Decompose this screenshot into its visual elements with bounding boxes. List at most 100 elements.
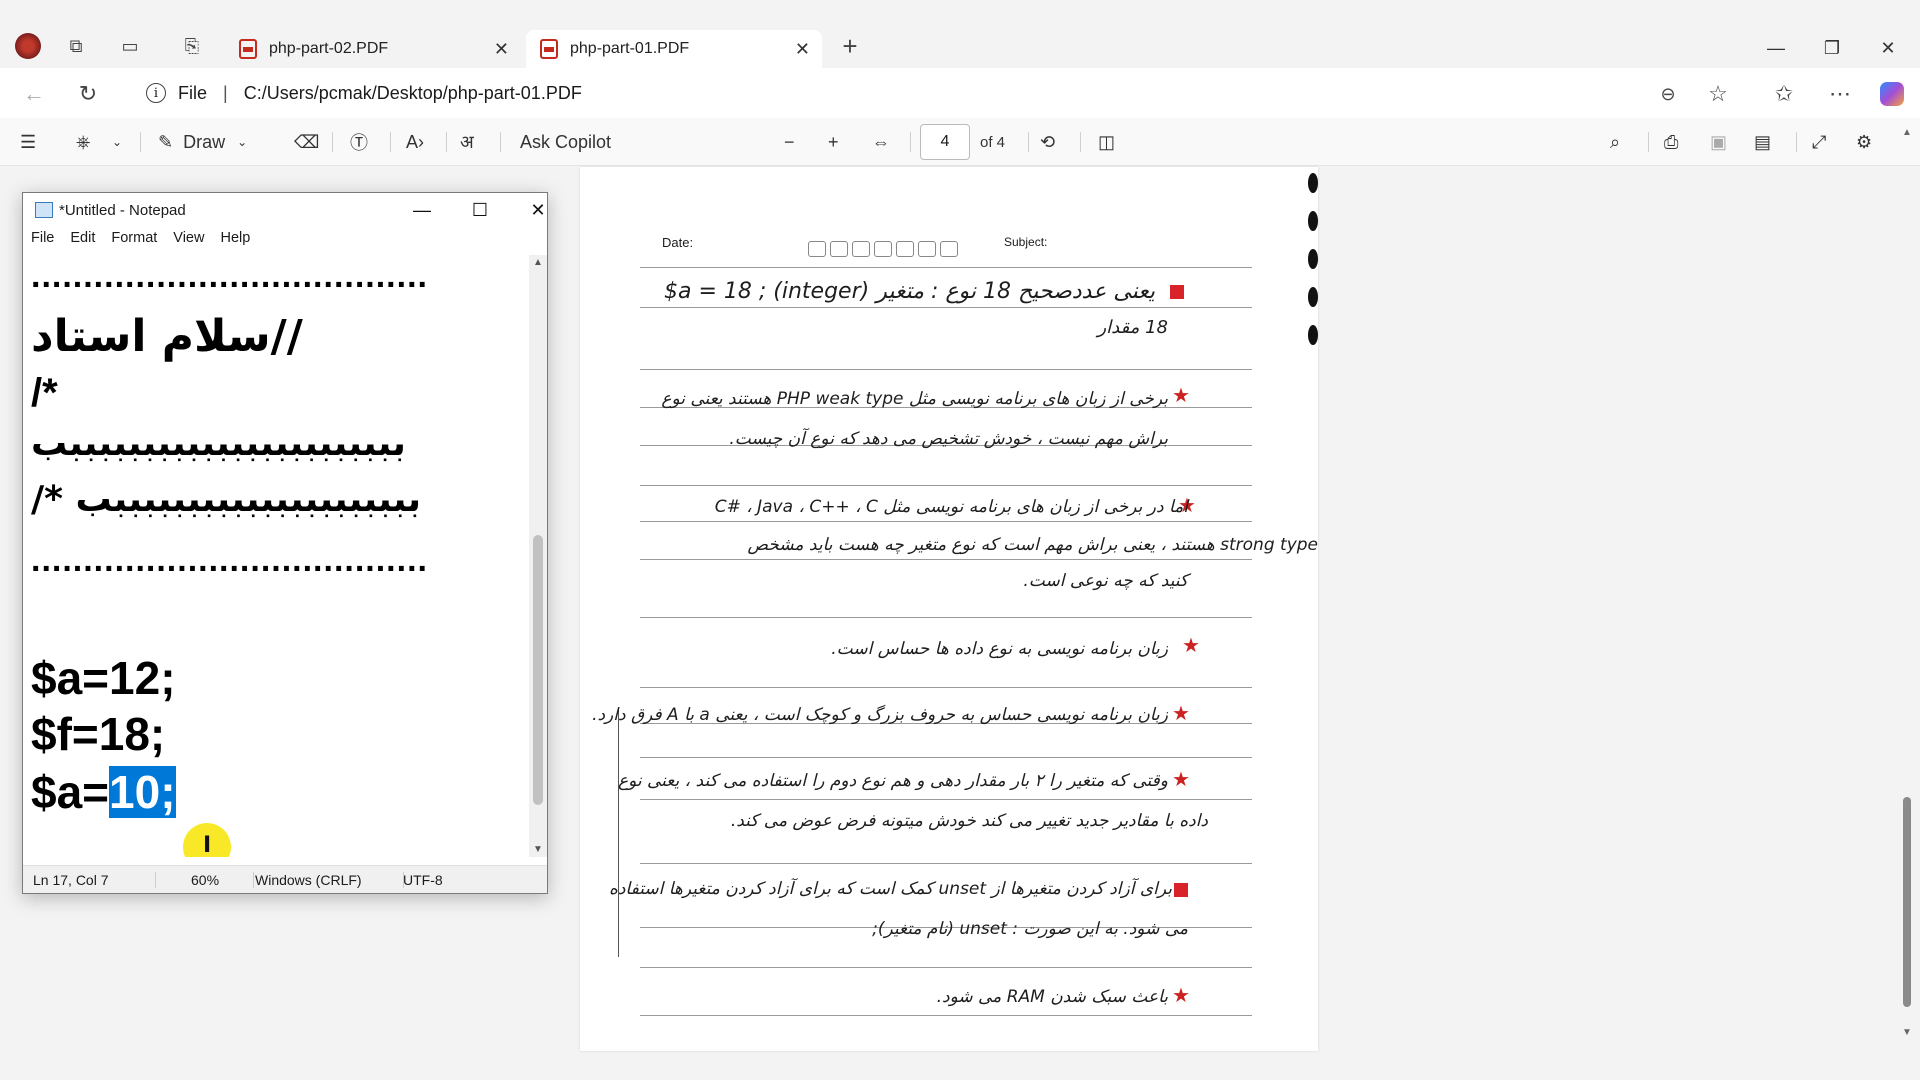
tab-php-part-02[interactable]: php-part-02.PDF ✕ — [225, 30, 521, 68]
pdf-scrollbar-thumb[interactable] — [1903, 797, 1911, 1007]
text-cursor-icon: I — [203, 833, 212, 857]
settings-gear-icon[interactable]: ⚙ — [1856, 126, 1872, 158]
notepad-status-bar: Ln 17, Col 7 60% Windows (CRLF) UTF-8 — [23, 865, 547, 893]
profile-avatar-icon[interactable] — [14, 32, 42, 60]
address-path: C:/Users/pcmak/Desktop/php-part-01.PDF — [243, 82, 582, 103]
binder-hole — [1308, 211, 1318, 231]
back-arrow-icon[interactable]: ← — [18, 78, 50, 110]
text-line: بببببببببببببببببببببب */ — [31, 479, 422, 520]
page-view-icon[interactable]: ◫ — [1098, 126, 1115, 158]
date-label: Date: — [662, 235, 694, 250]
binder-hole — [1308, 287, 1318, 307]
menu-format[interactable]: Format — [103, 227, 165, 249]
text-line: ...................................... — [31, 541, 428, 579]
zoom-out-icon[interactable]: − — [784, 126, 795, 158]
cursor-position: Ln 17, Col 7 — [33, 872, 109, 888]
print-icon[interactable]: ⎙ — [1664, 126, 1678, 158]
draw-label: Draw — [183, 131, 226, 152]
note-line: براش مهم نیست ، خودش تشخیص می دهد که نوع… — [729, 429, 1168, 449]
save-as-icon[interactable]: ▤ — [1754, 126, 1771, 158]
text-line: $f=18; — [31, 708, 166, 760]
close-window-icon[interactable]: ✕ — [1860, 30, 1916, 66]
chevron-down-icon[interactable]: ⌄ — [112, 126, 122, 158]
weekday-boxes — [808, 241, 958, 257]
close-tab-icon[interactable]: ✕ — [494, 39, 509, 60]
binder-hole — [1308, 249, 1318, 269]
menu-view[interactable]: View — [165, 227, 212, 249]
read-aloud-icon[interactable]: A› — [406, 126, 424, 158]
browser-tab-strip: ⧉ ▭ ⎘ php-part-02.PDF ✕ php-part-01.PDF … — [0, 0, 1920, 68]
subject-label: Subject: — [1004, 235, 1048, 249]
close-icon[interactable]: ✕ — [509, 193, 567, 227]
contents-list-icon[interactable]: ☰ — [20, 126, 36, 158]
rotate-icon[interactable]: ⟲ — [1040, 126, 1055, 158]
note-line: زبان برنامه نویسی حساس به حروف بزرگ و کو… — [592, 705, 1168, 725]
restore-icon[interactable]: ❐ — [1804, 30, 1860, 66]
fit-width-icon[interactable]: ⇔ — [872, 126, 890, 158]
menu-help[interactable]: Help — [212, 227, 258, 249]
translate-icon[interactable]: अ — [460, 126, 474, 158]
notepad-scrollbar[interactable]: ▲ ▼ — [529, 255, 547, 857]
collections-icon[interactable]: ⎘ — [178, 32, 206, 60]
note-line: داده با مقادیر جدید تغییر می کند خودش می… — [730, 811, 1208, 831]
workspaces-icon[interactable]: ⧉ — [62, 32, 90, 60]
address-divider: | — [223, 82, 228, 103]
maximize-icon[interactable]: ☐ — [451, 193, 509, 227]
tab-php-part-01[interactable]: php-part-01.PDF ✕ — [526, 30, 822, 68]
address-bar-row: ← ↻ i File | C:/Users/pcmak/Desktop/php-… — [0, 68, 1920, 118]
zoom-level: 60% — [191, 872, 220, 888]
text-line: /* — [31, 371, 58, 415]
tab-actions-icon[interactable]: ▭ — [116, 32, 144, 60]
notepad-menu-bar: File Edit Format View Help — [23, 227, 547, 249]
zoom-icon[interactable]: ⊖ — [1652, 78, 1684, 110]
address-scheme: File — [178, 82, 208, 103]
notepad-window: *Untitled - Notepad — ☐ ✕ File Edit Form… — [22, 192, 548, 894]
address-field[interactable]: i File | C:/Users/pcmak/Desktop/php-part… — [128, 74, 1728, 112]
minimize-icon[interactable]: — — [393, 193, 451, 227]
text-line: $a=12; — [31, 652, 176, 704]
note-line: برای آزاد کردن متغیرها از unset کمک است … — [608, 879, 1172, 899]
text-line: سلام استاد// — [31, 311, 303, 362]
more-menu-icon[interactable]: ⋯ — [1824, 78, 1856, 110]
pdf-file-icon — [540, 39, 558, 59]
pdf-scrollbar[interactable]: ▲ ▼ — [1900, 127, 1914, 1047]
favorite-star-icon[interactable]: ☆ — [1702, 78, 1734, 110]
draw-button[interactable]: ✎ Draw ⌄ — [158, 126, 247, 158]
note-line: وقتی که متغیر را ۲ بار مقدار دهی و هم نو… — [617, 771, 1168, 791]
notepad-title: *Untitled - Notepad — [59, 201, 186, 219]
ask-copilot-button[interactable]: Ask Copilot — [520, 126, 611, 158]
add-text-icon[interactable]: Ⓣ — [350, 126, 368, 158]
menu-edit[interactable]: Edit — [62, 227, 103, 249]
highlight-icon[interactable]: ⎈ — [76, 126, 90, 158]
page-total: of 4 — [980, 133, 1006, 151]
note-line: strong type هستند ، یعنی براش مهم است که… — [747, 535, 1318, 555]
chevron-down-icon: ⌄ — [237, 135, 248, 149]
note-line: برخی از زبان های برنامه نویسی مثل PHP we… — [661, 389, 1168, 409]
text-line: بببببببببببببببببببببببب — [31, 423, 406, 464]
site-info-icon[interactable]: i — [146, 83, 166, 103]
eraser-icon[interactable]: ⌫ — [294, 126, 319, 158]
page-number-input[interactable]: 4 — [920, 124, 970, 160]
note-line: زبان برنامه نویسی به نوع داده ها حساس اس… — [831, 639, 1168, 659]
note-line: اما در برخی از زبان های برنامه نویسی مثل… — [714, 497, 1188, 517]
save-icon[interactable]: ▣ — [1710, 126, 1727, 158]
copilot-icon[interactable] — [1876, 78, 1908, 110]
notepad-text-area[interactable]: ...................................... س… — [23, 255, 529, 857]
fullscreen-icon[interactable]: ⤢ — [1812, 126, 1826, 158]
note-line: 18 مقدار — [1097, 317, 1168, 338]
pdf-page: Date: Subject: $a = 18 ; (integer) یعنی … — [580, 167, 1318, 1051]
encoding: UTF-8 — [403, 872, 443, 888]
favorites-list-icon[interactable]: ✩ — [1768, 78, 1800, 110]
note-line: باعث سبک شدن RAM می شود. — [936, 987, 1168, 1007]
new-tab-button[interactable]: + — [836, 31, 864, 61]
close-tab-icon[interactable]: ✕ — [795, 39, 810, 60]
notepad-scrollbar-thumb[interactable] — [533, 535, 543, 805]
refresh-icon[interactable]: ↻ — [72, 78, 104, 110]
minimize-icon[interactable]: — — [1748, 30, 1804, 66]
note-line: می شود. به این صورت : unset (نام متغیر); — [872, 919, 1188, 939]
zoom-in-icon[interactable]: + — [828, 126, 839, 158]
text-line: $a=10; — [31, 765, 176, 819]
menu-file[interactable]: File — [23, 227, 62, 249]
code-prefix: $a= — [31, 766, 110, 818]
search-icon[interactable]: ⌕ — [1610, 126, 1620, 158]
